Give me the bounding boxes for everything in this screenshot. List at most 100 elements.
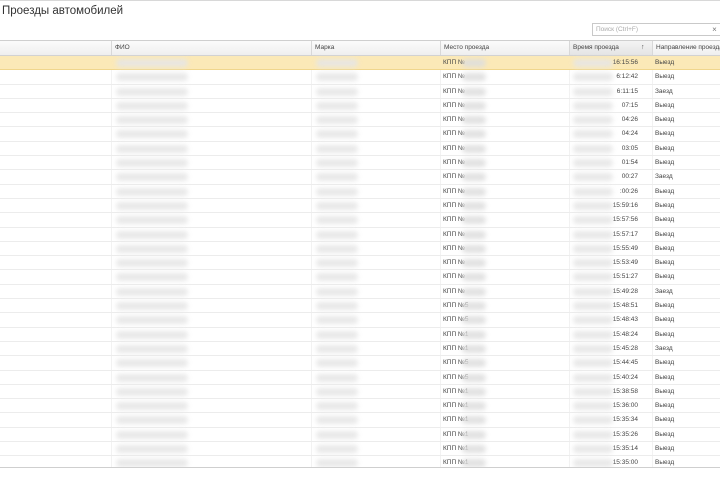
direction-cell: Выезд [655, 330, 675, 338]
redacted-blur [116, 302, 188, 311]
direction-cell: Выезд [655, 387, 675, 395]
direction-cell: Выезд [655, 101, 675, 109]
table-row[interactable]: КПП № 15:49:28 Заезд [0, 285, 720, 300]
table-row[interactable]: КПП №1 15:36:00 Выезд [0, 399, 720, 414]
passages-table: ФИО Марка Место проезда Время проезда На… [0, 40, 720, 468]
table-row[interactable]: КПП №1 15:35:00 Выезд [0, 456, 720, 467]
place-cell: КПП № [443, 130, 465, 138]
direction-cell: Заезд [655, 344, 673, 352]
table-header: ФИО Марка Место проезда Время проезда На… [0, 41, 720, 56]
direction-cell: Выезд [655, 59, 675, 66]
place-cell: КПП № [443, 159, 465, 167]
column-header-brand[interactable]: Марка [311, 41, 440, 55]
redacted-blur [316, 459, 358, 467]
table-row[interactable]: КПП № 00:27 Заезд [0, 170, 720, 185]
redacted-blur [462, 159, 486, 168]
redacted-blur [116, 173, 188, 182]
redacted-blur [116, 244, 188, 253]
redacted-blur [316, 144, 358, 153]
redacted-blur [573, 201, 613, 210]
place-cell: КПП №1 [443, 416, 469, 424]
row-marker-cell [0, 99, 111, 113]
redacted-blur [462, 402, 486, 411]
redacted-blur [462, 201, 486, 210]
place-cell: КПП №5 [443, 316, 469, 324]
table-row[interactable]: КПП №1 15:35:34 Выезд [0, 413, 720, 428]
table-row[interactable]: КПП №5 15:40:24 Выезд [0, 371, 720, 385]
redacted-blur [462, 59, 486, 67]
row-marker-cell [0, 442, 111, 456]
column-header-place[interactable]: Место проезда [440, 41, 569, 55]
table-row[interactable]: КПП № 15:57:56 Выезд [0, 213, 720, 228]
redacted-blur [462, 445, 486, 454]
redacted-blur [573, 87, 613, 96]
redacted-blur [573, 244, 613, 253]
table-row[interactable]: КПП №1 15:35:14 Выезд [0, 442, 720, 457]
column-header-time[interactable]: Время проезда [569, 41, 652, 55]
redacted-blur [116, 387, 188, 396]
table-row[interactable]: КПП №1 15:38:58 Выезд [0, 385, 720, 400]
redacted-blur [462, 187, 486, 196]
table-row[interactable]: КПП № 04:26 Выезд [0, 113, 720, 128]
row-marker-cell [0, 56, 111, 70]
direction-cell: Выезд [655, 302, 675, 310]
table-row[interactable]: КПП № 6:12:42 Выезд [0, 70, 720, 85]
redacted-blur [116, 445, 188, 454]
table-row[interactable]: КПП №:00:26 Выезд [0, 185, 720, 199]
table-row[interactable]: КПП № 15:59:16 Выезд [0, 199, 720, 214]
redacted-blur [462, 373, 486, 382]
redacted-blur [316, 244, 358, 253]
place-cell: КПП № [443, 101, 465, 109]
redacted-blur [116, 101, 188, 110]
table-row[interactable]: КПП № 04:24 Выезд [0, 127, 720, 142]
redacted-blur [573, 173, 613, 182]
redacted-blur [316, 201, 358, 210]
table-row[interactable]: КПП №5 15:48:43 Выезд [0, 313, 720, 328]
table-row[interactable]: КПП № 16:15:56 Выезд [0, 56, 720, 71]
redacted-blur [116, 73, 188, 82]
table-row[interactable]: КПП № 03:05 Выезд [0, 142, 720, 157]
redacted-blur [573, 402, 613, 411]
column-header-marker[interactable] [0, 41, 111, 55]
redacted-blur [573, 130, 613, 139]
column-header-fio[interactable]: ФИО [111, 41, 311, 55]
table-row[interactable]: КПП № 01:54 Выезд [0, 156, 720, 171]
redacted-blur [573, 330, 613, 339]
row-marker-cell [0, 85, 111, 99]
table-row[interactable]: КПП №5 15:48:51 Выезд [0, 299, 720, 314]
place-cell: КПП № [443, 216, 465, 224]
search-clear-icon[interactable]: × [709, 23, 720, 36]
redacted-blur [462, 344, 486, 353]
column-header-direction[interactable]: Направление проезда [652, 41, 720, 55]
redacted-blur [116, 187, 188, 196]
direction-cell: Выезд [655, 316, 675, 324]
row-marker-cell [0, 242, 111, 256]
table-row[interactable]: КПП № 15:55:49 Выезд [0, 242, 720, 257]
redacted-blur [116, 416, 188, 425]
redacted-blur [462, 302, 486, 311]
table-row[interactable]: КПП № 15:57:17 Выезд [0, 228, 720, 242]
row-marker-cell [0, 313, 111, 327]
place-cell: КПП №1 [443, 459, 469, 467]
search-input[interactable]: Поиск (Ctrl+F) [592, 23, 713, 36]
table-row[interactable]: КПП №1 15:35:26 Выезд [0, 428, 720, 443]
redacted-blur [462, 416, 486, 425]
place-cell: КПП № [443, 259, 465, 267]
table-row[interactable]: КПП № 6:11:15 Заезд [0, 85, 720, 99]
table-row[interactable]: КПП №5 15:44:45 Выезд [0, 356, 720, 371]
table-row[interactable]: КПП № 15:53:49 Выезд [0, 256, 720, 271]
direction-cell: Выезд [655, 430, 675, 438]
redacted-blur [462, 330, 486, 339]
row-marker-cell [0, 413, 111, 427]
row-marker-cell [0, 371, 111, 385]
direction-cell: Заезд [655, 287, 673, 295]
table-row[interactable]: КПП № 07:15 Выезд [0, 99, 720, 114]
redacted-blur [316, 101, 358, 110]
table-row[interactable]: КПП № 15:51:27 Выезд [0, 270, 720, 285]
table-row[interactable]: КПП №1 15:48:24 Выезд [0, 328, 720, 342]
redacted-blur [573, 159, 613, 168]
table-row[interactable]: КПП №1 15:45:28 Заезд [0, 342, 720, 357]
redacted-blur [462, 430, 486, 439]
row-marker-cell [0, 342, 111, 356]
direction-cell: Выезд [655, 116, 675, 124]
